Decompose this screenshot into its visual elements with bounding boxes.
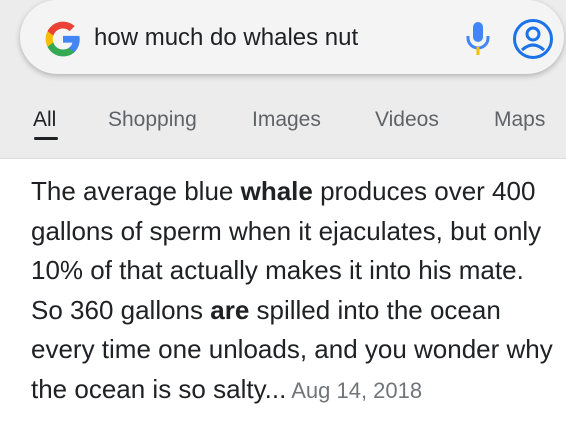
snippet-bold-term: whale [240, 176, 313, 206]
tab-all[interactable]: All [33, 108, 56, 132]
active-tab-indicator [34, 137, 58, 140]
account-icon[interactable] [512, 18, 554, 60]
divider [0, 158, 566, 159]
snippet-text: The average blue [31, 176, 241, 206]
tab-images[interactable]: Images [252, 108, 321, 132]
snippet-date: Aug 14, 2018 [286, 377, 423, 403]
search-tabs: All Shopping Images Videos Maps [0, 92, 566, 158]
tab-videos[interactable]: Videos [375, 108, 439, 132]
tab-maps[interactable]: Maps [494, 108, 545, 132]
search-input[interactable]: how much do whales nut [94, 24, 358, 52]
search-results-page: how much do whales nut All Shopping Imag… [0, 0, 566, 436]
search-bar[interactable]: how much do whales nut [20, 0, 564, 74]
featured-snippet-text: The average blue whale produces over 400… [31, 172, 561, 410]
snippet-bold-term: are [210, 294, 250, 325]
search-header: how much do whales nut [0, 0, 566, 92]
tab-shopping[interactable]: Shopping [108, 108, 197, 132]
microphone-icon[interactable] [464, 20, 492, 56]
google-g-icon [45, 21, 80, 57]
